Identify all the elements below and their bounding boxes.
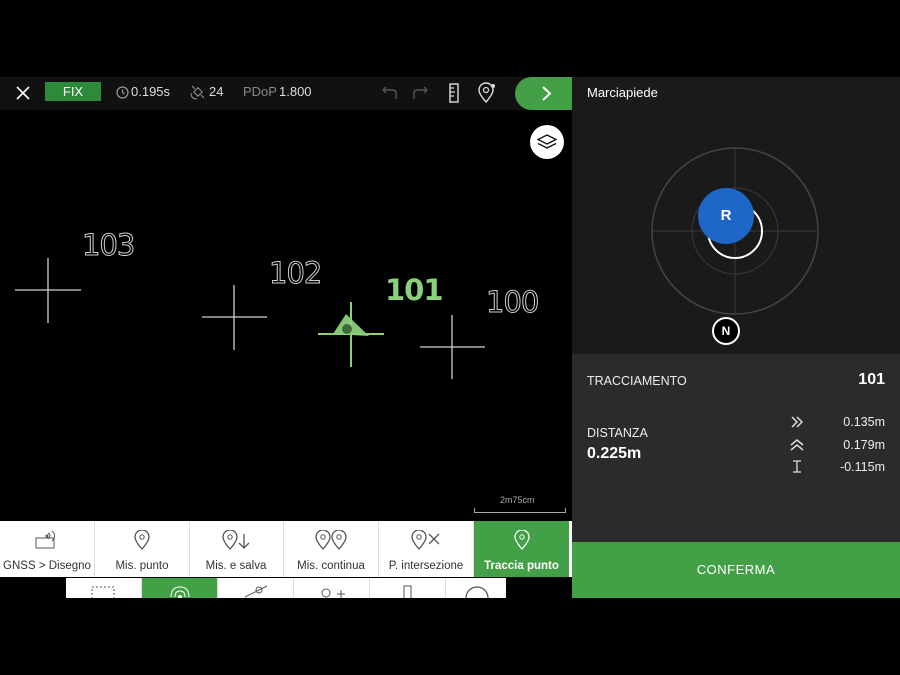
pdop-label: PDoP — [243, 84, 277, 99]
stakeout-label: TRACCIAMENTO — [587, 374, 687, 388]
line-tool-icon — [244, 585, 268, 598]
redo-icon[interactable] — [412, 85, 430, 101]
tab-label: Mis. punto — [115, 560, 169, 572]
secondary-tool-select[interactable] — [66, 578, 142, 598]
top-toolbar: FIX 0.195s 24 PDoP 1.800 — [0, 77, 572, 110]
satellite-count: 24 — [209, 84, 224, 99]
secondary-tool-circle[interactable] — [446, 578, 506, 598]
tool-tabs: GNSS > Disegno Mis. punto Mis. e salva M… — [0, 521, 572, 577]
pin-add-icon — [321, 588, 345, 598]
secondary-tool-ruler[interactable] — [370, 578, 446, 598]
tab-measure-continuous[interactable]: Mis. continua — [284, 521, 379, 577]
next-button[interactable] — [515, 77, 572, 110]
tab-label: GNSS > Disegno — [3, 560, 91, 572]
north-indicator: N — [712, 317, 740, 345]
distance-label: DISTANZA — [587, 426, 648, 440]
stakeout-info: TRACCIAMENTO 101 DISTANZA 0.225m 0.135m … — [572, 354, 900, 542]
rover-marker: R — [698, 188, 754, 244]
fix-status-badge: FIX — [45, 82, 101, 101]
point-label-103[interactable]: 103 — [81, 228, 135, 263]
satellite-icon — [190, 85, 205, 100]
pin-intersection-icon — [411, 530, 440, 550]
offset-east: 0.135m — [843, 415, 885, 429]
undo-icon[interactable] — [380, 85, 398, 101]
gnss-signal-icon — [170, 586, 190, 598]
offset-north: 0.179m — [843, 438, 885, 452]
circle-tool-icon — [465, 586, 489, 598]
height-icon — [793, 460, 801, 473]
pdop-value: 1.800 — [279, 84, 312, 99]
secondary-tool-gnss[interactable] — [142, 578, 218, 598]
select-area-icon — [91, 586, 115, 598]
pin-stakeout-icon — [513, 530, 530, 550]
layers-icon — [537, 134, 557, 149]
double-chevron-up-icon — [790, 439, 804, 451]
scale-bar — [474, 508, 566, 513]
secondary-tool-pin-add[interactable] — [294, 578, 370, 598]
tab-label: P. intersezione — [388, 560, 464, 572]
tab-label: Traccia punto — [484, 560, 559, 572]
tab-intersection-point[interactable]: P. intersezione — [379, 521, 474, 577]
point-label-102[interactable]: 102 — [268, 256, 322, 291]
secondary-toolbar — [66, 578, 506, 598]
chevron-right-icon — [542, 86, 552, 101]
tab-label: Mis. continua — [297, 560, 365, 572]
point-label-100[interactable]: 100 — [485, 285, 539, 320]
tab-stakeout-point[interactable]: Traccia punto — [474, 521, 569, 577]
pin-save-icon — [222, 530, 250, 550]
stakeout-point-id: 101 — [858, 371, 885, 388]
clock-icon — [116, 86, 129, 99]
ruler-icon[interactable] — [448, 83, 460, 103]
tab-label: Mis. e salva — [205, 560, 267, 572]
secondary-tool-line[interactable] — [218, 578, 294, 598]
stakeout-radar: R N — [572, 110, 900, 354]
gnss-draw-icon — [35, 530, 55, 549]
pin-settings-icon[interactable] — [477, 82, 497, 104]
panel-header: Marciapiede — [572, 77, 900, 110]
layers-button[interactable] — [530, 125, 564, 159]
tab-measure-save[interactable]: Mis. e salva — [189, 521, 284, 577]
scale-label: 2m75cm — [500, 495, 535, 505]
confirm-button[interactable]: CONFERMA — [572, 542, 900, 598]
tab-measure-point[interactable]: Mis. punto — [95, 521, 190, 577]
offset-height: -0.115m — [840, 460, 885, 474]
pin-icon — [134, 530, 150, 550]
ruler-small-icon — [403, 585, 412, 598]
latency-value: 0.195s — [131, 84, 171, 99]
double-chevron-right-icon — [791, 416, 804, 428]
tab-gnss-draw[interactable]: GNSS > Disegno — [0, 521, 95, 577]
panel-title: Marciapiede — [587, 85, 658, 100]
pin-continuous-icon — [315, 530, 347, 550]
point-label-101-active[interactable]: 101 — [385, 273, 444, 307]
distance-value: 0.225m — [587, 445, 642, 462]
close-icon[interactable] — [15, 85, 31, 101]
